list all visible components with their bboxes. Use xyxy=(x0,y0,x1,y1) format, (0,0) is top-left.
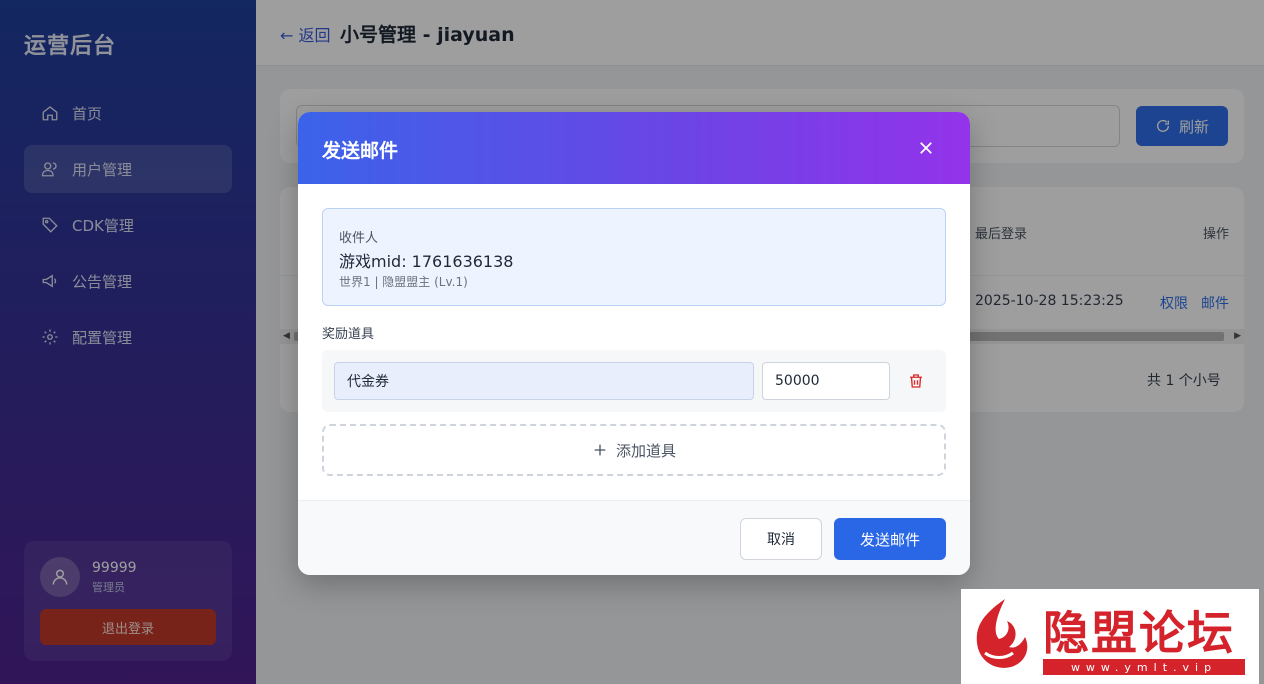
watermark-text: 隐盟论坛 xyxy=(1043,606,1235,660)
add-item-label: 添加道具 xyxy=(615,441,676,460)
dialog-title: 发送邮件 xyxy=(322,140,399,162)
send-mail-dialog: 发送邮件 收件人 游戏mid: 1761636138 世界1 | 隐盟盟主 (L… xyxy=(298,112,970,575)
cancel-button[interactable]: 取消 xyxy=(740,518,822,560)
recipient-sub: 世界1 | 隐盟盟主 (Lv.1) xyxy=(339,275,468,289)
watermark: 隐盟论坛 www.ymlt.vip xyxy=(961,589,1259,684)
send-mail-button[interactable]: 发送邮件 xyxy=(834,518,946,560)
recipient-value: 游戏mid: 1761636138 xyxy=(339,252,514,271)
flame-logo-icon xyxy=(976,599,1028,668)
recipient-box: 收件人 游戏mid: 1761636138 世界1 | 隐盟盟主 (Lv.1) xyxy=(322,208,946,306)
delete-item-button[interactable] xyxy=(904,369,928,393)
close-icon xyxy=(920,142,932,154)
plus-icon xyxy=(594,444,606,456)
close-button[interactable] xyxy=(912,134,940,162)
recipient-label: 收件人 xyxy=(339,231,379,246)
dialog-footer: 取消 发送邮件 xyxy=(298,500,970,575)
item-select[interactable]: 代金券 xyxy=(334,362,754,400)
dialog-header: 发送邮件 xyxy=(298,112,970,184)
reward-label: 奖励道具 xyxy=(322,327,375,342)
reward-row: 代金券 50000 xyxy=(322,350,946,412)
trash-icon xyxy=(910,374,922,388)
quantity-input[interactable]: 50000 xyxy=(762,362,890,400)
add-item-button[interactable]: 添加道具 xyxy=(322,424,946,476)
watermark-url: www.ymlt.vip xyxy=(1043,659,1245,675)
